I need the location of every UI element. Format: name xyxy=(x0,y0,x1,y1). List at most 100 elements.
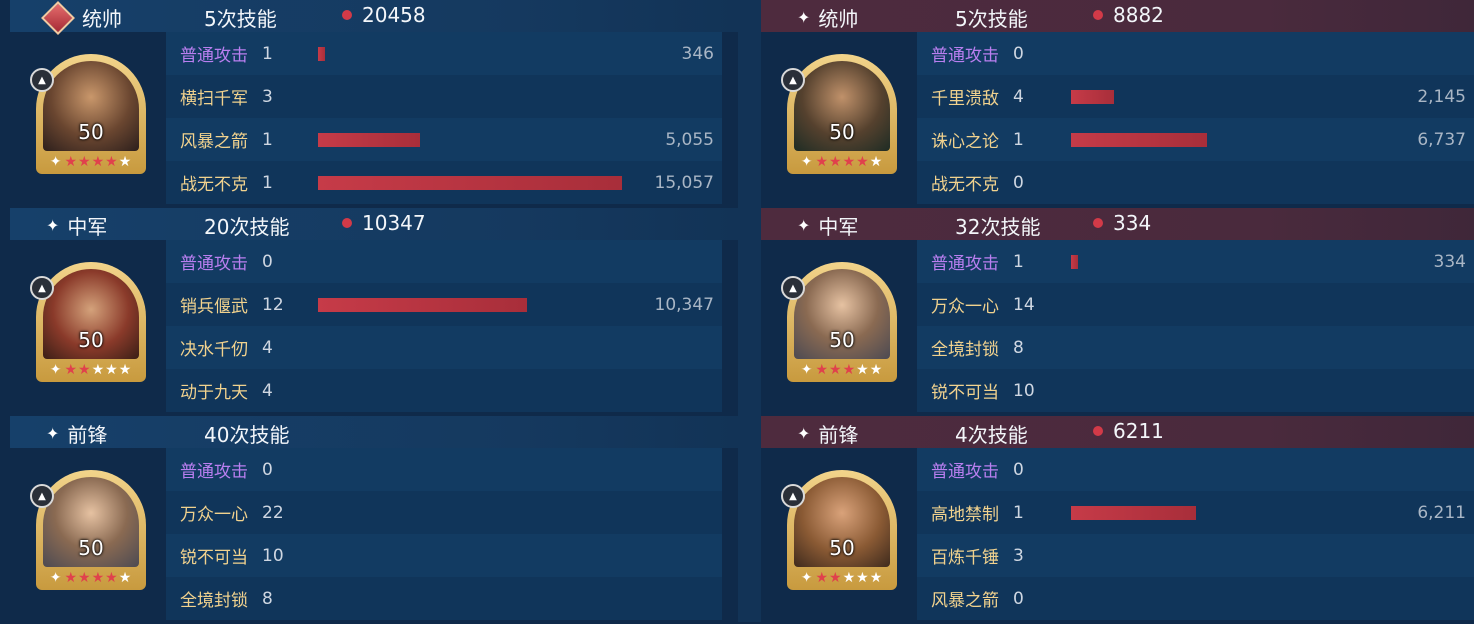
troop-type-icon: ▲ xyxy=(30,276,54,300)
skill-row: 锐不可当 10 xyxy=(166,534,722,577)
skill-name: 锐不可当 xyxy=(931,383,999,403)
skill-list: 普通攻击 0 万众一心 22 锐不可当 10 全境封锁 8 xyxy=(166,448,722,620)
troop-type-icon: ▲ xyxy=(781,484,805,508)
star-icon: ★ xyxy=(856,154,870,170)
position: 统帅 xyxy=(41,0,122,35)
skill-name: 横扫千军 xyxy=(180,89,248,109)
skill-name: 战无不克 xyxy=(931,175,999,195)
damage-bar xyxy=(318,176,622,190)
right-hero-block: ✦ 中军 32次技能 334 ▲ 50 ✦ ★★★★★ 普通攻击 1 334 万众一心 14 全境封锁 8 锐… xyxy=(761,208,1474,416)
skill-damage: 334 xyxy=(1433,251,1466,272)
skill-row: 普通攻击 0 xyxy=(917,32,1474,75)
skill-name: 普通攻击 xyxy=(931,462,999,482)
skill-row: 万众一心 14 xyxy=(917,283,1474,326)
hero-header: ✦ 前锋 4次技能 6211 xyxy=(761,416,1474,448)
skill-row: 全境封锁 8 xyxy=(917,326,1474,369)
star-icon: ★ xyxy=(842,154,857,170)
star-rating: ✦ ★★★★★ xyxy=(36,570,146,586)
skill-damage: 15,057 xyxy=(654,172,714,193)
total-damage: 8882 xyxy=(1093,3,1164,27)
skill-list: 普通攻击 0 高地禁制 1 6,211 百炼千锤 3 风暴之箭 0 xyxy=(917,448,1474,620)
sparkle-icon: ✦ xyxy=(797,424,811,443)
skill-name: 决水千仞 xyxy=(180,340,248,360)
troop-type-icon: ▲ xyxy=(781,68,805,92)
skill-row: 动于九天 4 xyxy=(166,369,722,412)
skill-name: 战无不克 xyxy=(180,175,248,195)
troop-type-icon: ▲ xyxy=(30,68,54,92)
damage-bar xyxy=(318,298,527,312)
star-icon: ★ xyxy=(869,154,884,170)
position-label: 中军 xyxy=(67,215,108,239)
skill-damage: 10,347 xyxy=(654,294,714,315)
star-icon: ★ xyxy=(869,570,884,586)
troop-type-icon: ▲ xyxy=(30,484,54,508)
skill-row: 全境封锁 8 xyxy=(166,577,722,620)
position: ✦ 统帅 xyxy=(797,3,858,32)
skill-list: 普通攻击 1 334 万众一心 14 全境封锁 8 锐不可当 10 xyxy=(917,240,1474,412)
sparkle-icon: ✦ xyxy=(797,216,811,235)
star-icon: ★ xyxy=(105,570,119,586)
skill-times: 1 xyxy=(1013,502,1024,523)
hero-portrait[interactable]: ▲ 50 ✦ ★★★★★ xyxy=(781,262,897,382)
hero-portrait[interactable]: ▲ 50 ✦ ★★★★★ xyxy=(30,262,146,382)
skill-times: 14 xyxy=(1013,294,1035,315)
skill-name: 普通攻击 xyxy=(180,254,248,274)
skill-name: 高地禁制 xyxy=(931,505,999,525)
right-hero-block: ✦ 前锋 4次技能 6211 ▲ 50 ✦ ★★★★★ 普通攻击 0 高地禁制 1 6,211 百炼千锤 3… xyxy=(761,416,1474,624)
hero-portrait[interactable]: ▲ 50 ✦ ★★★★★ xyxy=(781,470,897,590)
damage-value: 10347 xyxy=(362,211,426,235)
star-icon: ★ xyxy=(78,362,92,378)
star-icon: ★ xyxy=(829,570,843,586)
star-rating: ✦ ★★★★★ xyxy=(787,154,897,170)
damage-dot-icon xyxy=(1093,426,1103,436)
hero-header: ✦ 中军 32次技能 334 xyxy=(761,208,1474,240)
hero-level: 50 xyxy=(829,536,855,560)
skill-damage: 2,145 xyxy=(1417,86,1466,107)
skill-name: 诛心之论 xyxy=(931,132,999,152)
skill-damage: 6,211 xyxy=(1417,502,1466,523)
skill-times: 4 xyxy=(1013,86,1024,107)
star-icon: ★ xyxy=(815,362,830,378)
star-icon: ★ xyxy=(64,362,79,378)
skill-times: 0 xyxy=(262,459,273,480)
skill-count: 32次技能 xyxy=(955,215,1041,239)
skill-times: 10 xyxy=(1013,380,1035,401)
skill-name: 普通攻击 xyxy=(931,254,999,274)
position-label: 前锋 xyxy=(818,423,859,447)
skill-row: 百炼千锤 3 xyxy=(917,534,1474,577)
hero-portrait[interactable]: ▲ 50 ✦ ★★★★★ xyxy=(30,54,146,174)
hero-portrait[interactable]: ▲ 50 ✦ ★★★★★ xyxy=(781,54,897,174)
skill-times: 0 xyxy=(1013,459,1024,480)
skill-times: 4 xyxy=(262,337,273,358)
skill-name: 动于九天 xyxy=(180,383,248,403)
star-icon: ★ xyxy=(118,154,133,170)
left-team-panel: 统帅 5次技能 20458 ▲ 50 ✦ ★★★★★ 普通攻击 1 346 横扫千军 3 风暴之箭 1 5,… xyxy=(10,0,738,622)
awaken-icon: ✦ xyxy=(49,154,63,170)
star-icon: ★ xyxy=(78,570,92,586)
damage-dot-icon xyxy=(342,10,352,20)
hero-header: 统帅 5次技能 20458 xyxy=(10,0,738,35)
skill-times: 0 xyxy=(1013,588,1024,609)
skill-row: 横扫千军 3 xyxy=(166,75,722,118)
skill-times: 0 xyxy=(1013,172,1024,193)
skill-times: 3 xyxy=(1013,545,1024,566)
skill-row: 普通攻击 1 334 xyxy=(917,240,1474,283)
hero-header: ✦ 统帅 5次技能 8882 xyxy=(761,0,1474,32)
skill-list: 普通攻击 0 千里溃敌 4 2,145 诛心之论 1 6,737 战无不克 0 xyxy=(917,32,1474,204)
skill-name: 全境封锁 xyxy=(931,340,999,360)
star-icon: ★ xyxy=(856,362,870,378)
skill-row: 万众一心 22 xyxy=(166,491,722,534)
damage-dot-icon xyxy=(1093,10,1103,20)
skill-row: 锐不可当 10 xyxy=(917,369,1474,412)
skill-name: 普通攻击 xyxy=(180,46,248,66)
hero-portrait[interactable]: ▲ 50 ✦ ★★★★★ xyxy=(30,470,146,590)
skill-name: 千里溃敌 xyxy=(931,89,999,109)
star-icon: ★ xyxy=(856,570,870,586)
skill-times: 1 xyxy=(262,43,273,64)
skill-count: 20次技能 xyxy=(204,215,290,239)
skill-times: 1 xyxy=(262,172,273,193)
skill-name: 万众一心 xyxy=(931,297,999,317)
skill-times: 8 xyxy=(262,588,273,609)
skill-count: 4次技能 xyxy=(955,423,1028,447)
skill-count: 5次技能 xyxy=(955,7,1028,31)
